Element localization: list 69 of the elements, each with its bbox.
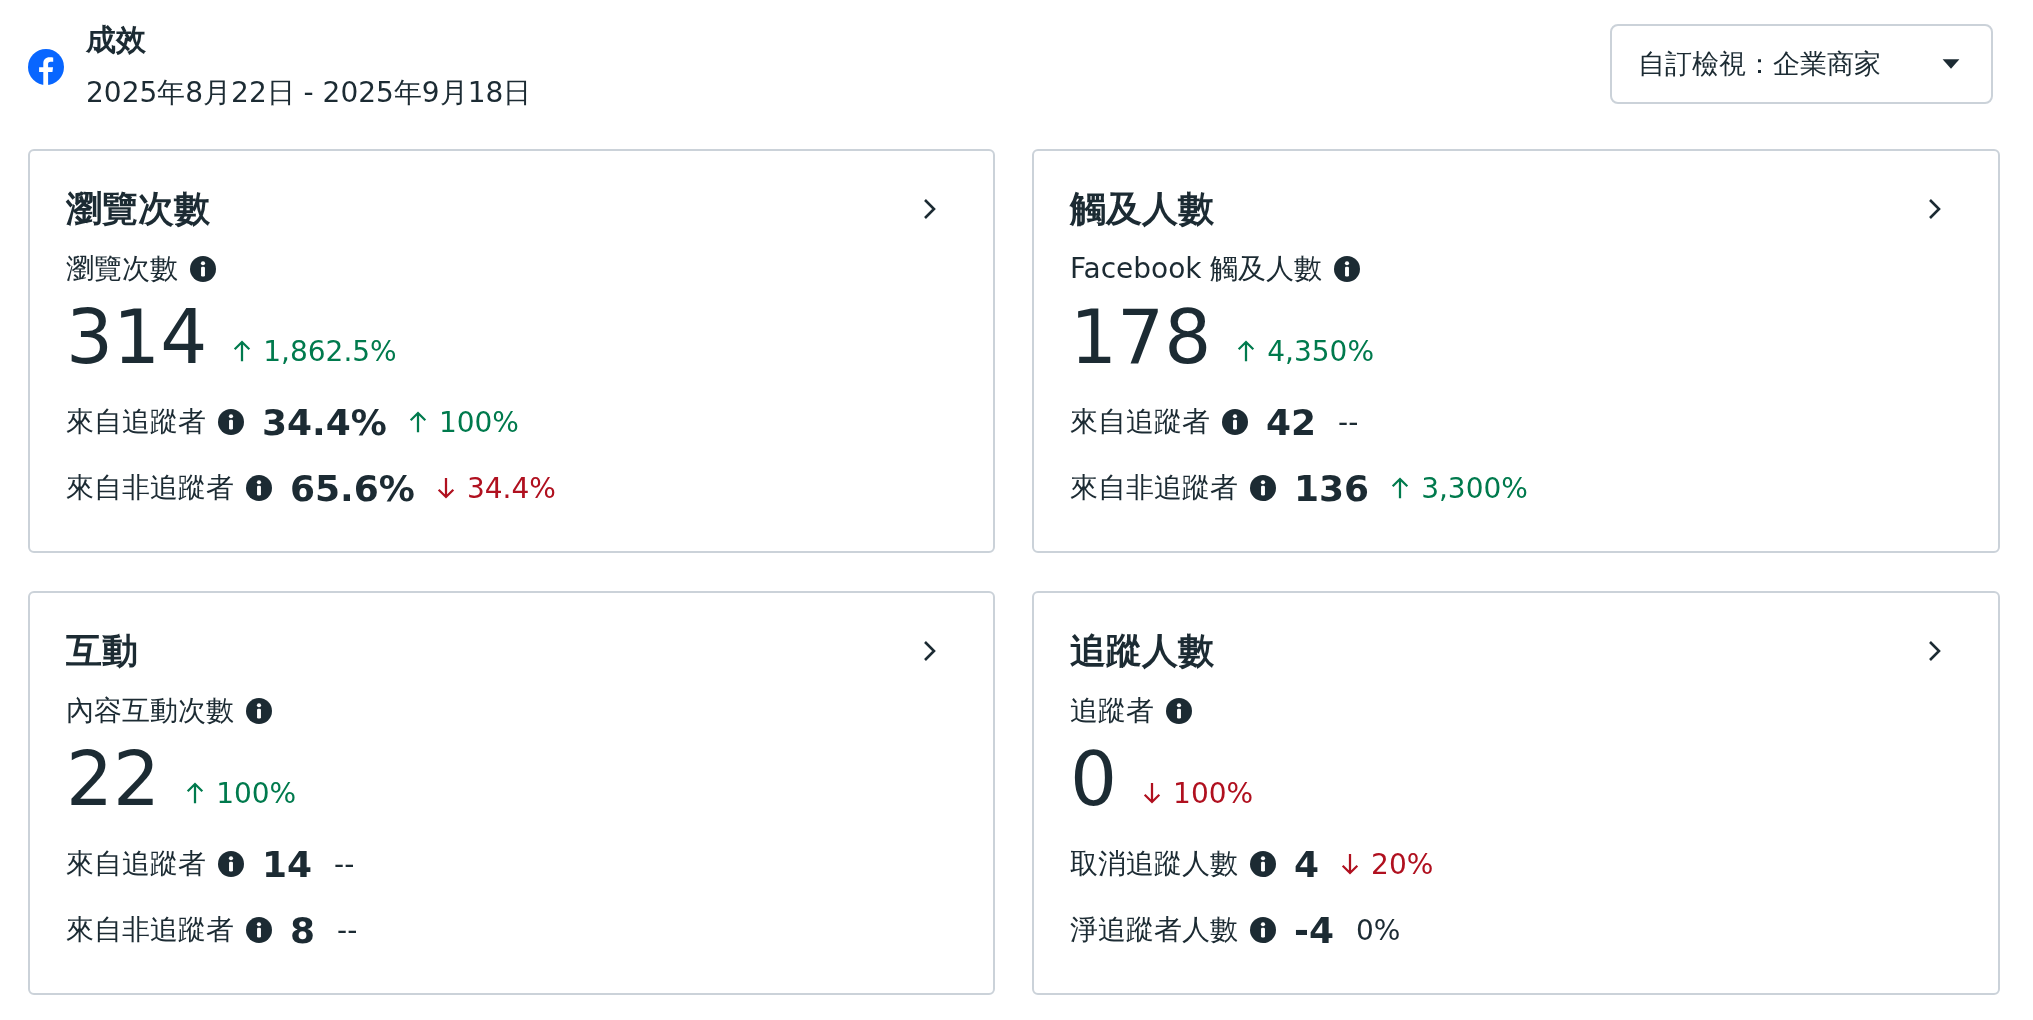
- metric-label: 瀏覽次數: [66, 251, 178, 287]
- arrow-icon: [408, 410, 427, 434]
- breakdown-label: 來自追蹤者: [1070, 404, 1210, 440]
- card-title: 觸及人數: [1070, 186, 1214, 231]
- breakdown-label: 取消追蹤人數: [1070, 846, 1238, 882]
- arrow-icon: [1341, 852, 1360, 876]
- info-icon[interactable]: [246, 475, 272, 501]
- metric-value: 22: [66, 735, 161, 824]
- arrow-icon: [1143, 781, 1162, 805]
- info-icon[interactable]: [218, 409, 244, 435]
- info-icon[interactable]: [1250, 917, 1276, 943]
- info-icon[interactable]: [1250, 475, 1276, 501]
- arrow-icon: [436, 476, 455, 500]
- info-icon[interactable]: [246, 698, 272, 724]
- change-indicator: 0%: [1356, 913, 1401, 947]
- info-icon[interactable]: [1334, 256, 1361, 282]
- info-icon[interactable]: [218, 851, 244, 877]
- change-indicator: 100%: [408, 405, 519, 439]
- breakdown-value: -4: [1294, 909, 1334, 951]
- breakdown-value: 8: [290, 909, 316, 951]
- change-indicator: 20%: [1341, 847, 1434, 881]
- card-title: 追蹤人數: [1070, 628, 1214, 673]
- breakdown-label: 來自非追蹤者: [66, 912, 234, 948]
- facebook-logo-icon: [28, 49, 64, 85]
- metric-label: 內容互動次數: [66, 693, 234, 729]
- breakdown-value: 14: [262, 843, 313, 885]
- metric-label: 追蹤者: [1070, 693, 1154, 729]
- breakdown-label: 來自非追蹤者: [66, 470, 234, 506]
- change-indicator: 1,862.5%: [233, 334, 397, 368]
- metric-value: 0: [1070, 735, 1118, 824]
- arrow-icon: [1237, 339, 1256, 363]
- arrow-icon: [233, 339, 252, 363]
- change-indicator: 3,300%: [1391, 471, 1528, 505]
- arrow-icon: [186, 781, 205, 805]
- breakdown-label: 淨追蹤者人數: [1070, 912, 1238, 948]
- info-icon[interactable]: [246, 917, 272, 943]
- breakdown-label: 來自非追蹤者: [1070, 470, 1238, 506]
- info-icon[interactable]: [1250, 851, 1276, 877]
- arrow-icon: [1391, 476, 1410, 500]
- metric-label: Facebook 觸及人數: [1070, 251, 1323, 287]
- change-indicator: 100%: [1143, 776, 1254, 810]
- breakdown-value: 65.6%: [290, 467, 415, 509]
- breakdown-value: 136: [1294, 467, 1370, 509]
- metric-value: 314: [66, 293, 208, 382]
- card-title: 瀏覽次數: [66, 186, 210, 231]
- view-dropdown[interactable]: 自訂檢視：企業商家: [1610, 24, 1993, 104]
- breakdown-value: 42: [1266, 401, 1317, 443]
- change-indicator: 4,350%: [1237, 334, 1374, 368]
- chevron-right-icon[interactable]: [1928, 640, 1942, 662]
- caret-icon: [1941, 58, 1961, 70]
- breakdown-label: 來自追蹤者: [66, 404, 206, 440]
- page-title: 成效: [86, 21, 147, 59]
- chevron-right-icon[interactable]: [1928, 198, 1942, 220]
- date-range: 2025年8月22日 - 2025年9月18日: [86, 75, 532, 111]
- change-indicator: 100%: [186, 776, 297, 810]
- change-indicator: --: [334, 847, 355, 881]
- info-icon[interactable]: [1222, 409, 1248, 435]
- breakdown-value: 4: [1294, 843, 1320, 885]
- change-indicator: 34.4%: [436, 471, 556, 505]
- breakdown-value: 34.4%: [262, 401, 387, 443]
- breakdown-label: 來自追蹤者: [66, 846, 206, 882]
- card-title: 互動: [66, 628, 138, 673]
- chevron-right-icon[interactable]: [923, 640, 937, 662]
- info-icon[interactable]: [1166, 698, 1192, 724]
- change-indicator: --: [1338, 405, 1359, 439]
- metric-value: 178: [1070, 293, 1212, 382]
- chevron-right-icon[interactable]: [923, 198, 937, 220]
- info-icon[interactable]: [190, 256, 216, 282]
- change-indicator: --: [337, 913, 358, 947]
